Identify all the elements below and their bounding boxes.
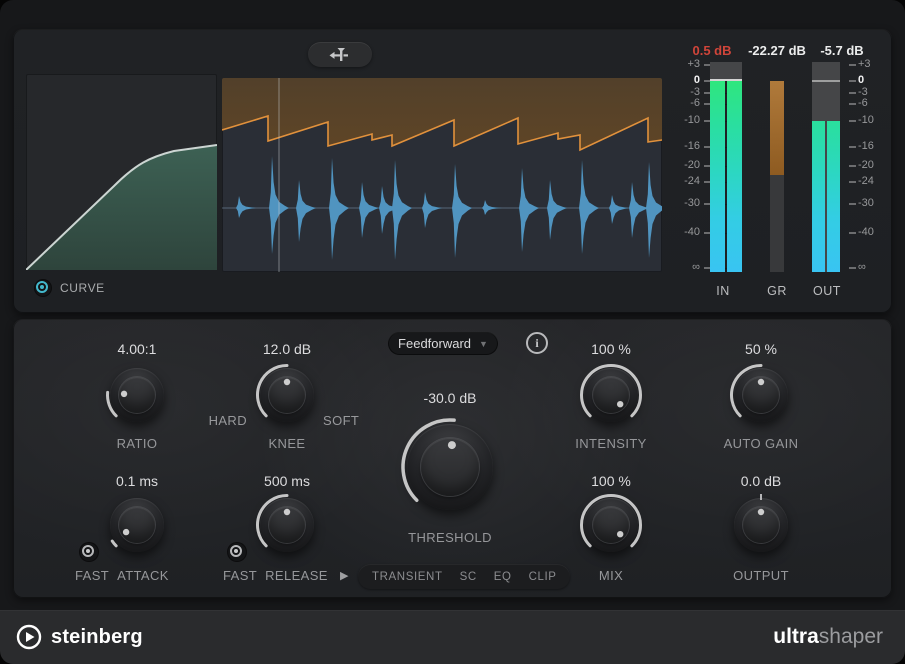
gain-reduction-meter-bar [770,81,784,175]
expand-arrow-icon[interactable]: ▶ [340,569,348,582]
meter-tick [849,103,856,105]
knee-label: KNEE [268,436,306,451]
meter-tick-label: -20 [684,159,700,171]
meter-tick [849,267,856,269]
output-meter-zero-line [812,80,840,82]
product-name-light: shaper [818,625,883,648]
fast-attack-label: FAST [75,568,110,583]
output-meter-bar-right [827,121,840,272]
meter-tick-label: -24 [684,175,700,187]
knee-value: 12.0 dB [262,341,312,357]
tab-eq[interactable]: EQ [494,571,512,583]
meter-tick [849,165,856,167]
meter-tick-label: -40 [684,226,700,238]
plugin-window: CURVE 0.5 dB -22.27 dB -5.7 dB +3 +3 0 0 -3-… [0,0,905,664]
meter-tick [849,203,856,205]
display-section: CURVE 0.5 dB -22.27 dB -5.7 dB +3 +3 0 0 -3-… [13,29,892,313]
input-meter-bar-left [710,81,725,272]
meter-tick [849,146,856,148]
ratio-value: 4.00:1 [117,341,157,357]
tab-sc[interactable]: SC [460,571,477,583]
tab-transient[interactable]: TRANSIENT [372,571,443,583]
meter-tick-label: +3 [687,58,700,70]
meter-tick [849,64,856,66]
intensity-knob[interactable] [579,363,643,427]
module-tabs: TRANSIENT SC EQ CLIP [358,564,570,589]
mode-dropdown-value: Feedforward [398,336,472,351]
chevron-down-icon: ▼ [479,338,488,349]
meter-tick [849,80,856,82]
intensity-label: INTENSITY [575,436,647,451]
meter-tick [849,92,856,94]
meter-tick [849,232,856,234]
input-meter-peak-line [710,79,742,81]
meter-tick-label: ∞ [692,261,700,273]
release-label: RELEASE [265,568,328,583]
auto-gain-label: AUTO GAIN [723,436,799,451]
brand-name: steinberg [51,625,143,648]
meter-tick-label: -10 [684,114,700,126]
fast-attack-toggle-icon[interactable] [80,543,98,561]
knee-max-label: SOFT [323,413,360,428]
output-value: 0.0 dB [740,473,782,489]
attack-label: ATTACK [117,568,169,583]
knee-min-label: HARD [208,413,247,428]
attack-knob[interactable] [105,493,169,557]
meter-tick-label: -30 [858,197,874,209]
controls-section: Feedforward ▼ i 4.00:1 12.0 dB 100 % 50 … [13,319,892,598]
steinberg-logo-icon [16,624,42,650]
fast-release-toggle-icon[interactable] [228,543,246,561]
meter-tick-label: -30 [684,197,700,209]
meter-tick-label: -6 [858,97,868,109]
threshold-knob[interactable] [398,415,502,519]
auto-gain-value: 50 % [745,341,777,357]
knee-knob[interactable] [255,363,319,427]
meter-tick-label: ∞ [858,261,866,273]
output-meter-bar-left [812,121,825,272]
mix-value: 100 % [591,473,631,489]
mode-dropdown[interactable]: Feedforward ▼ [388,332,498,355]
meter-tick-label: -16 [684,140,700,152]
fast-release-label: FAST [223,568,258,583]
meter-tick-label: -6 [690,97,700,109]
meter-tick-label: -16 [858,140,874,152]
auto-gain-knob[interactable] [729,363,793,427]
mix-knob[interactable] [579,493,643,557]
meter-tick [849,120,856,122]
input-meter-label: IN [716,284,730,298]
meter-tick-label: -10 [858,114,874,126]
threshold-value: -30.0 dB [423,390,477,406]
product-name: ultra shaper [773,610,883,664]
info-button[interactable]: i [526,332,548,354]
ratio-label: RATIO [116,436,158,451]
intensity-value: 100 % [591,341,631,357]
meter-tick-label: -24 [858,175,874,187]
output-label: OUTPUT [733,568,789,583]
meter-tick-label: -40 [858,226,874,238]
attack-value: 0.1 ms [115,473,158,489]
release-knob[interactable] [255,493,319,557]
output-knob[interactable] [729,493,793,557]
meter-tick-label: +3 [858,58,871,70]
threshold-label: THRESHOLD [408,530,492,545]
meter-tick [849,181,856,183]
ratio-knob[interactable] [105,363,169,427]
input-meter-bar-right [727,81,742,272]
gain-reduction-meter-track [770,175,784,272]
footer-bar: steinberg ultra shaper [0,610,905,664]
tab-clip[interactable]: CLIP [529,571,557,583]
meter-tick-label: -20 [858,159,874,171]
release-value: 500 ms [264,473,310,489]
output-meter-label: OUT [813,284,841,298]
meter-scale: +3 +3 0 0 -3 -3 -6 -6 -10 -10 -16 -16 -20 -20 -24 -24 -3… [13,29,892,313]
product-name-bold: ultra [773,625,819,648]
